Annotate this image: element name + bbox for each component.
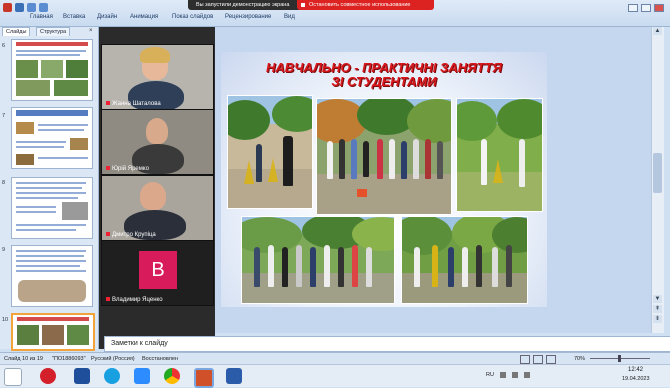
slide-number: 10 bbox=[2, 317, 9, 323]
slide-number: 9 bbox=[2, 247, 6, 253]
zoom-app-icon[interactable] bbox=[134, 368, 150, 384]
slide-number: 8 bbox=[2, 180, 6, 186]
save-file-icon[interactable] bbox=[74, 368, 90, 384]
vertical-scrollbar[interactable]: ▲ ▼ ⇞ ⇟ bbox=[651, 27, 664, 333]
prev-slide-icon[interactable]: ⇞ bbox=[653, 305, 662, 313]
participant-tile[interactable]: Дмитро Крупіца bbox=[101, 175, 214, 241]
word-icon[interactable] bbox=[226, 368, 242, 384]
zoom-slider-thumb[interactable] bbox=[618, 355, 621, 362]
opera-icon[interactable] bbox=[40, 368, 56, 384]
screen-share-status: Вы запустили демонстрацию экрана bbox=[188, 0, 306, 10]
scroll-down-icon[interactable]: ▼ bbox=[653, 295, 662, 303]
redo-icon[interactable] bbox=[39, 3, 48, 12]
undo-icon[interactable] bbox=[27, 3, 36, 12]
slide-title-line1: НАВЧАЛЬНО - ПРАКТИЧНІ ЗАНЯТТЯ bbox=[266, 60, 502, 75]
chrome-icon[interactable] bbox=[164, 368, 180, 384]
slide-thumbnail[interactable] bbox=[11, 177, 93, 239]
slide-thumbnail[interactable] bbox=[11, 107, 93, 169]
participant-avatar: В bbox=[139, 251, 177, 289]
participant-video bbox=[140, 182, 166, 210]
tab-slideshow[interactable]: Показ слайдов bbox=[172, 14, 213, 20]
office-button-icon[interactable] bbox=[3, 3, 12, 12]
stop-sharing-button[interactable]: Остановить совместное использование bbox=[297, 0, 434, 10]
powerpoint-icon[interactable] bbox=[194, 368, 214, 388]
maximize-icon[interactable] bbox=[641, 4, 651, 12]
next-slide-icon[interactable]: ⇟ bbox=[653, 315, 662, 323]
slide-photo bbox=[316, 98, 452, 215]
participant-tile[interactable]: Юрій Яремко bbox=[101, 109, 214, 175]
save-icon[interactable] bbox=[15, 3, 24, 12]
participant-name: Владимир Яценко bbox=[106, 297, 163, 303]
participant-video bbox=[146, 118, 168, 144]
slide-title: НАВЧАЛЬНО - ПРАКТИЧНІ ЗАНЯТТЯ ЗІ СТУДЕНТ… bbox=[221, 61, 547, 89]
scroll-thumb[interactable] bbox=[653, 153, 662, 193]
video-gallery: Жанна Шаталова Юрій Яремко Дмитро Крупіц… bbox=[99, 27, 215, 349]
tab-outline[interactable]: Структура bbox=[36, 27, 71, 36]
tab-review[interactable]: Рецензирование bbox=[225, 14, 271, 20]
close-icon[interactable] bbox=[654, 4, 664, 12]
slide-notes[interactable]: Заметки к слайду bbox=[104, 336, 670, 352]
tab-view[interactable]: Вид bbox=[284, 14, 295, 20]
network-icon[interactable] bbox=[500, 372, 506, 378]
slide-number: 6 bbox=[2, 43, 6, 49]
slide-title-line2: ЗІ СТУДЕНТАМИ bbox=[331, 74, 437, 89]
slide-number: 7 bbox=[2, 113, 6, 119]
scroll-up-icon[interactable]: ▲ bbox=[653, 27, 662, 35]
slide-thumbnail[interactable] bbox=[11, 39, 93, 101]
close-panel-icon[interactable]: × bbox=[89, 28, 93, 34]
clock-time[interactable]: 12:42 bbox=[628, 367, 643, 373]
slide-photo bbox=[241, 216, 395, 304]
normal-view-icon[interactable] bbox=[520, 355, 530, 364]
tab-slides[interactable]: Слайды bbox=[2, 27, 31, 36]
minimize-icon[interactable] bbox=[628, 4, 638, 12]
participant-name: Дмитро Крупіца bbox=[106, 232, 156, 238]
slides-panel: Слайды Структура × 6 7 8 9 10 bbox=[0, 27, 99, 351]
taskbar: RU 12:42 19.04.2023 bbox=[0, 364, 670, 388]
participant-tile[interactable]: В Владимир Яценко bbox=[101, 240, 214, 306]
participant-tile[interactable]: Жанна Шаталова bbox=[101, 44, 214, 110]
language-indicator-tray[interactable]: RU bbox=[486, 372, 494, 378]
tab-design[interactable]: Дизайн bbox=[97, 14, 117, 20]
slide-canvas[interactable]: НАВЧАЛЬНО - ПРАКТИЧНІ ЗАНЯТТЯ ЗІ СТУДЕНТ… bbox=[221, 52, 547, 307]
start-icon[interactable] bbox=[4, 368, 22, 386]
tab-animation[interactable]: Анимация bbox=[130, 14, 158, 20]
battery-icon[interactable] bbox=[524, 372, 530, 378]
slide-photo bbox=[401, 216, 528, 304]
volume-icon[interactable] bbox=[512, 372, 518, 378]
slide-thumbnail[interactable] bbox=[11, 245, 93, 307]
slide-thumbnail-selected[interactable] bbox=[11, 313, 95, 351]
slide-sorter-icon[interactable] bbox=[533, 355, 543, 364]
slide-photo bbox=[456, 98, 543, 212]
participant-name: Жанна Шаталова bbox=[106, 101, 161, 107]
ribbon: Главная Вставка Дизайн Анимация Показ сл… bbox=[0, 0, 670, 27]
tab-insert[interactable]: Вставка bbox=[63, 14, 85, 20]
slideshow-view-icon[interactable] bbox=[546, 355, 556, 364]
participant-name: Юрій Яремко bbox=[106, 166, 149, 172]
tab-home[interactable]: Главная bbox=[30, 14, 53, 20]
slide-photo bbox=[227, 95, 313, 209]
skype-icon[interactable] bbox=[104, 368, 120, 384]
clock-date[interactable]: 19.04.2023 bbox=[622, 376, 650, 382]
